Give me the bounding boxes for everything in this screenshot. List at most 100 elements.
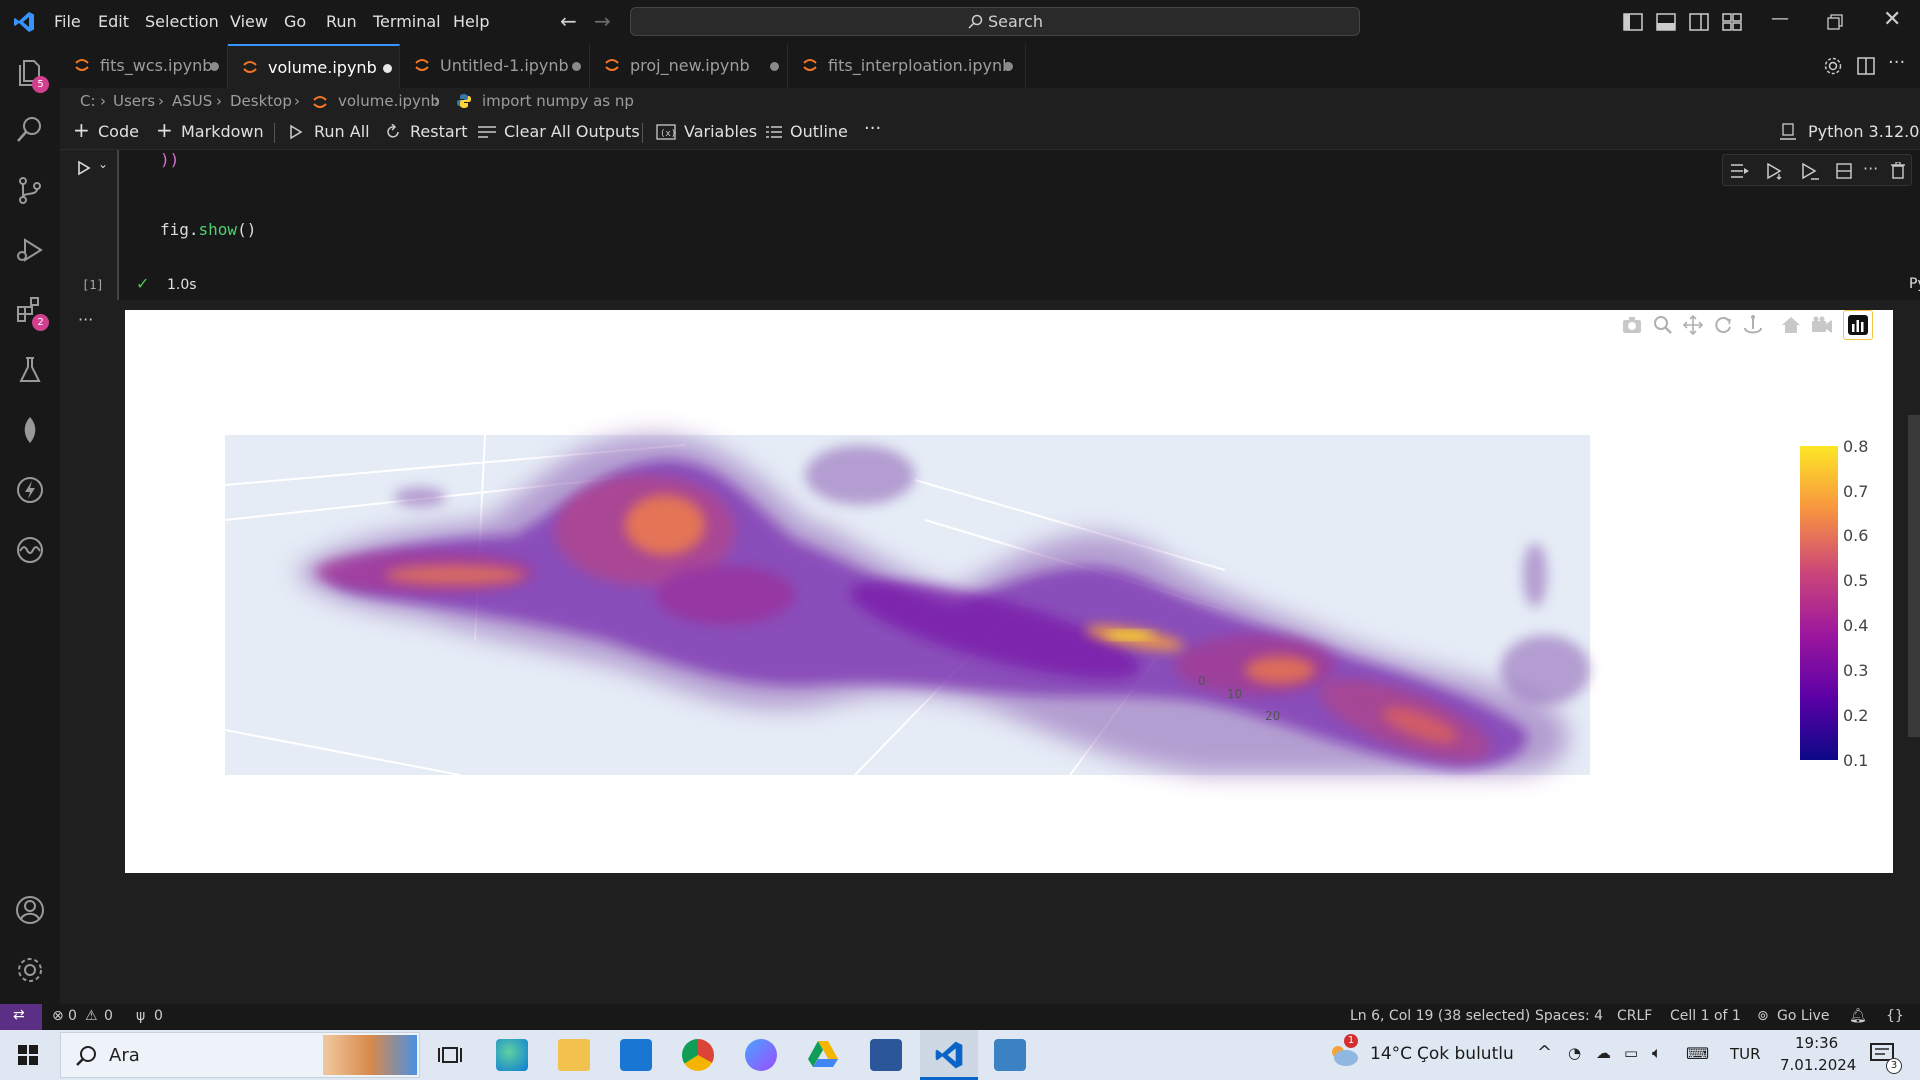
run-cell-icon[interactable] [76,160,92,176]
cursor-position[interactable]: Ln 6, Col 19 (38 selected) [1350,1008,1530,1024]
execute-cell-and-below-icon[interactable] [1766,162,1784,180]
split-cell-icon[interactable] [1836,163,1852,179]
menu-run[interactable]: Run [326,12,357,31]
toggle-panel-icon[interactable] [1656,13,1676,31]
menu-terminal[interactable]: Terminal [373,12,441,31]
copilot-braces-icon[interactable]: {} [1886,1008,1904,1024]
error-icon[interactable]: ⊗ [52,1008,64,1024]
settings-gear-icon[interactable] [1823,56,1843,76]
breadcrumb-item[interactable]: ASUS [172,92,212,110]
unsaved-dot-icon[interactable] [572,62,581,71]
tab-fits-wcs[interactable]: fits_wcs.ipynb [60,44,228,88]
breadcrumb-item[interactable]: import numpy as np [482,92,634,110]
photos-icon[interactable] [994,1039,1026,1071]
error-count[interactable]: 0 [68,1008,77,1024]
tab-fits-interploation[interactable]: fits_interploation.ipynb [788,44,1026,88]
weather-temperature[interactable]: 14°C [1370,1044,1412,1064]
plot-output[interactable]: 0 10 20 0.8 0.7 0.6 0.5 0.4 0.3 0.2 0.1 [125,310,1893,873]
volume-plot-canvas[interactable]: 0 10 20 0.8 0.7 0.6 0.5 0.4 0.3 0.2 0.1 [125,310,1893,873]
tab-untitled-1[interactable]: Untitled-1.ipynb [400,44,590,88]
google-drive-icon[interactable] [807,1039,839,1069]
split-editor-icon[interactable] [1857,57,1875,75]
menu-edit[interactable]: Edit [98,12,129,31]
unsaved-dot-icon[interactable] [383,64,392,73]
code-cell[interactable]: )) fig.show() ··· Python [117,150,1920,300]
more-actions-icon[interactable]: ··· [1888,52,1905,73]
clock-time[interactable]: 19:36 [1795,1034,1838,1052]
remote-indicator[interactable]: ⇄ [0,1004,42,1030]
menu-help[interactable]: Help [453,12,489,31]
execute-below-icon[interactable] [1801,162,1819,180]
close-window-icon[interactable]: ✕ [1883,7,1901,32]
add-code-cell-button[interactable]: Code [98,122,139,141]
breadcrumb-item[interactable]: Desktop [230,92,292,110]
execute-above-icon[interactable] [1731,163,1749,179]
word-icon[interactable] [870,1039,902,1071]
breadcrumb-item[interactable]: Users [113,92,155,110]
live-share-wave-icon[interactable] [14,534,46,566]
accounts-icon[interactable] [14,894,46,926]
toggle-secondary-sidebar-icon[interactable] [1689,13,1709,31]
kernel-picker[interactable]: Python 3.12.0 [1808,122,1919,141]
menu-selection[interactable]: Selection [145,12,219,31]
ports-count[interactable]: 0 [154,1008,163,1024]
cell-more-icon[interactable]: ··· [1863,159,1878,178]
input-language[interactable]: TUR [1730,1045,1761,1063]
edge-icon[interactable] [496,1039,528,1071]
add-markdown-cell-button[interactable]: Markdown [181,122,264,141]
windows-start-icon[interactable] [18,1045,38,1065]
unsaved-dot-icon[interactable] [1004,62,1013,71]
task-view-icon[interactable] [438,1044,462,1066]
clear-all-outputs-button[interactable]: Clear All Outputs [504,122,640,141]
battery-icon[interactable]: ▭ [1624,1044,1638,1062]
line-ending[interactable]: CRLF [1617,1008,1652,1024]
editor-scrollbar[interactable] [1908,415,1920,737]
file-explorer-icon[interactable] [558,1039,590,1071]
tab-volume[interactable]: volume.ipynb [228,44,400,88]
onedrive-cloud-icon[interactable]: ☁ [1596,1044,1611,1062]
command-center-search[interactable]: Search [630,7,1360,36]
toolbar-more-icon[interactable]: ··· [864,118,881,139]
outline-button[interactable]: Outline [790,122,848,141]
ports-icon[interactable]: ψ [136,1008,145,1024]
unsaved-dot-icon[interactable] [770,62,779,71]
menu-file[interactable]: File [54,12,81,31]
variables-button[interactable]: Variables [684,122,757,141]
customize-layout-icon[interactable] [1722,13,1742,31]
copilot-icon[interactable] [745,1039,777,1071]
source-control-icon[interactable] [14,174,46,206]
taskbar-search-box[interactable]: Ara [60,1032,420,1078]
clock-date[interactable]: 7.01.2024 [1780,1056,1856,1074]
vscode-taskbar-active[interactable] [920,1030,978,1080]
search-view-icon[interactable] [14,114,46,146]
warning-count[interactable]: 0 [104,1008,113,1024]
go-live-button[interactable]: Go Live [1777,1008,1829,1024]
go-live-icon[interactable]: ⊚ [1757,1008,1769,1024]
tab-proj-new[interactable]: proj_new.ipynb [590,44,788,88]
run-debug-icon[interactable] [14,234,46,266]
network-icon[interactable]: ◔ [1568,1044,1581,1062]
notifications-bell-icon[interactable]: 🔔︎ [1849,1008,1867,1024]
chrome-icon[interactable] [682,1039,714,1071]
output-more-icon[interactable]: ··· [78,310,93,329]
forward-arrow-icon[interactable]: → [594,9,611,33]
testing-flask-icon[interactable] [14,354,46,386]
keyboard-icon[interactable]: ⌨ [1686,1044,1709,1063]
manage-gear-icon[interactable] [14,954,46,986]
cell-language[interactable]: Python [1909,276,1920,292]
mail-icon[interactable] [620,1039,652,1071]
mongodb-leaf-icon[interactable] [14,414,46,446]
menu-view[interactable]: View [230,12,268,31]
delete-cell-icon[interactable] [1891,162,1905,179]
back-arrow-icon[interactable]: ← [560,9,577,33]
weather-description[interactable]: Çok bulutlu [1417,1044,1514,1064]
minimize-icon[interactable]: — [1771,8,1789,29]
run-all-button[interactable]: Run All [314,122,370,141]
warning-icon[interactable]: ⚠ [85,1008,98,1024]
unsaved-dot-icon[interactable] [210,62,219,71]
menu-go[interactable]: Go [284,12,306,31]
cell-indicator[interactable]: Cell 1 of 1 [1670,1008,1741,1024]
volume-speaker-icon[interactable]: 🔈︎ [1652,1043,1662,1063]
thunder-client-icon[interactable] [14,474,46,506]
breadcrumb-item[interactable]: C: [80,92,96,110]
